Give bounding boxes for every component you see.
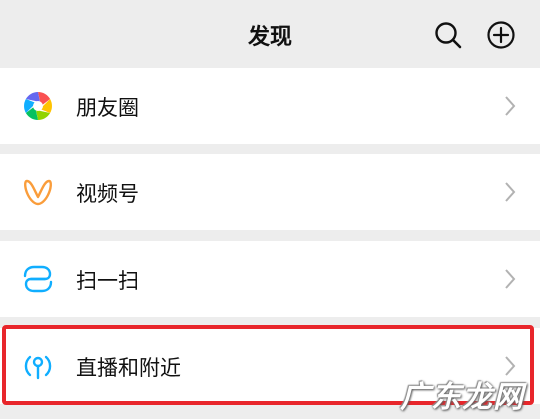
chevron-right-icon: [505, 182, 516, 202]
scan-icon: [23, 265, 53, 293]
list-item-scan[interactable]: 扫一扫: [0, 241, 540, 317]
channels-butterfly-icon: [24, 179, 52, 206]
chevron-right-icon: [505, 96, 516, 116]
live-nearby-label: 直播和附近: [76, 356, 181, 380]
list-item-moments[interactable]: 朋友圈: [0, 68, 540, 144]
list-item-channels[interactable]: 视频号: [0, 154, 540, 230]
search-icon[interactable]: [433, 20, 463, 50]
watermark: 广东龙网: [400, 380, 524, 415]
top-bar: 发现: [0, 0, 540, 68]
moments-shutter-icon: [24, 92, 52, 120]
chevron-right-icon: [505, 269, 516, 289]
live-nearby-icon: [24, 355, 52, 380]
scan-label: 扫一扫: [76, 269, 139, 293]
moments-label: 朋友圈: [76, 96, 139, 120]
channels-label: 视频号: [76, 182, 139, 206]
plus-circle-icon[interactable]: [486, 20, 516, 50]
